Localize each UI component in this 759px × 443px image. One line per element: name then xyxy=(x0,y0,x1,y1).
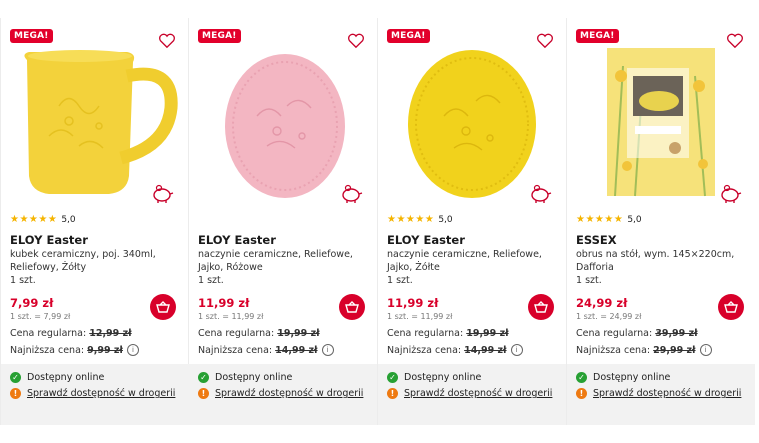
piggy-bank-icon[interactable] xyxy=(339,183,363,205)
rating: ★★★★★ 5,0 xyxy=(387,214,453,225)
product-brand[interactable]: ELOY Easter xyxy=(198,233,276,247)
regular-price: Cena regularna: 19,99 zł xyxy=(387,328,509,339)
info-icon[interactable]: i xyxy=(321,344,334,356)
lowest-price: Najniższa cena: 9,99 zł i xyxy=(10,344,139,356)
rating: ★★★★★ 5,0 xyxy=(10,214,76,225)
product-card[interactable]: MEGA! ELOY Easter naczynie ceramiczne, R… xyxy=(189,18,378,425)
rating: ★★★★★ 5,0 xyxy=(576,214,642,225)
product-card[interactable]: MEGA! ★★★★★ 5,0 ELOY Easter kubek ceramic… xyxy=(0,18,189,425)
add-to-cart-button[interactable] xyxy=(150,294,176,320)
info-icon[interactable]: i xyxy=(126,344,139,356)
regular-price: Cena regularna: 39,99 zł xyxy=(576,328,698,339)
stars-icon: ★★★★★ xyxy=(387,214,435,225)
check-store-link[interactable]: ! Sprawdź dostępność w drogerii xyxy=(576,388,741,399)
availability-panel: ✓ Dostępny online ! Sprawdź dostępność w d… xyxy=(1,364,189,425)
promo-badge: MEGA! xyxy=(10,29,53,43)
price: 11,99 zł xyxy=(387,296,439,310)
product-image[interactable] xyxy=(386,46,558,198)
promo-badge: MEGA! xyxy=(198,29,241,43)
price: 24,99 zł xyxy=(576,296,628,310)
piggy-bank-icon[interactable] xyxy=(718,183,742,205)
product-description[interactable]: kubek ceramiczny, poj. 340ml, Reliefowy,… xyxy=(10,248,180,287)
add-to-cart-button[interactable] xyxy=(339,294,365,320)
unit-price: 1 szt. = 7,99 zł xyxy=(10,312,71,321)
lowest-price: Najniższa cena: 29,99 zł i xyxy=(576,344,712,356)
stars-icon: ★★★★★ xyxy=(10,214,58,225)
check-store-link[interactable]: ! Sprawdź dostępność w drogerii xyxy=(387,388,552,399)
unit-price: 1 szt. = 11,99 zł xyxy=(198,312,264,321)
stars-icon: ★★★★★ xyxy=(576,214,624,225)
available-online: ✓ Dostępny online xyxy=(576,372,670,383)
promo-badge: MEGA! xyxy=(387,29,430,43)
available-online: ✓ Dostępny online xyxy=(198,372,292,383)
product-image[interactable] xyxy=(575,46,747,198)
product-description[interactable]: naczynie ceramiczne, Reliefowe, Jajko, Ż… xyxy=(387,248,557,287)
product-brand[interactable]: ELOY Easter xyxy=(387,233,465,247)
piggy-bank-icon[interactable] xyxy=(528,183,552,205)
regular-price: Cena regularna: 19,99 zł xyxy=(198,328,320,339)
product-description[interactable]: naczynie ceramiczne, Reliefowe, Jajko, R… xyxy=(198,248,368,287)
availability-panel: ✓ Dostępny online ! Sprawdź dostępność w d… xyxy=(567,364,755,425)
check-icon: ✓ xyxy=(387,372,398,383)
product-image[interactable] xyxy=(9,46,181,198)
availability-panel: ✓ Dostępny online ! Sprawdź dostępność w d… xyxy=(189,364,377,425)
info-icon[interactable]: i xyxy=(699,344,712,356)
price: 7,99 zł xyxy=(10,296,54,310)
unit-price: 1 szt. = 24,99 zł xyxy=(576,312,642,321)
piggy-bank-icon[interactable] xyxy=(150,183,174,205)
info-icon[interactable]: i xyxy=(510,344,523,356)
product-grid: MEGA! ★★★★★ 5,0 ELOY Easter kubek ceramic… xyxy=(0,18,759,425)
lowest-price: Najniższa cena: 14,99 zł i xyxy=(387,344,523,356)
basket-icon xyxy=(345,301,359,313)
availability-panel: ✓ Dostępny online ! Sprawdź dostępność w d… xyxy=(378,364,566,425)
promo-badge: MEGA! xyxy=(576,29,619,43)
product-brand[interactable]: ESSEX xyxy=(576,233,617,247)
available-online: ✓ Dostępny online xyxy=(10,372,104,383)
warning-icon: ! xyxy=(10,388,21,399)
check-icon: ✓ xyxy=(576,372,587,383)
check-icon: ✓ xyxy=(198,372,209,383)
add-to-cart-button[interactable] xyxy=(718,294,744,320)
available-online: ✓ Dostępny online xyxy=(387,372,481,383)
product-brand[interactable]: ELOY Easter xyxy=(10,233,88,247)
basket-icon xyxy=(534,301,548,313)
price: 11,99 zł xyxy=(198,296,250,310)
product-image[interactable] xyxy=(197,46,369,198)
product-card[interactable]: MEGA! ★★★★★ 5,0 ESSEX obrus na stół, wym.… xyxy=(567,18,756,425)
warning-icon: ! xyxy=(576,388,587,399)
check-icon: ✓ xyxy=(10,372,21,383)
basket-icon xyxy=(156,301,170,313)
product-card[interactable]: MEGA! ★★★★★ 5,0 ELOY Easter naczynie cera… xyxy=(378,18,567,425)
warning-icon: ! xyxy=(387,388,398,399)
check-store-link[interactable]: ! Sprawdź dostępność w drogerii xyxy=(10,388,175,399)
unit-price: 1 szt. = 11,99 zł xyxy=(387,312,453,321)
regular-price: Cena regularna: 12,99 zł xyxy=(10,328,132,339)
check-store-link[interactable]: ! Sprawdź dostępność w drogerii xyxy=(198,388,363,399)
lowest-price: Najniższa cena: 14,99 zł i xyxy=(198,344,334,356)
add-to-cart-button[interactable] xyxy=(528,294,554,320)
warning-icon: ! xyxy=(198,388,209,399)
basket-icon xyxy=(724,301,738,313)
product-description[interactable]: obrus na stół, wym. 145×220cm, Dafforia 1… xyxy=(576,248,746,287)
